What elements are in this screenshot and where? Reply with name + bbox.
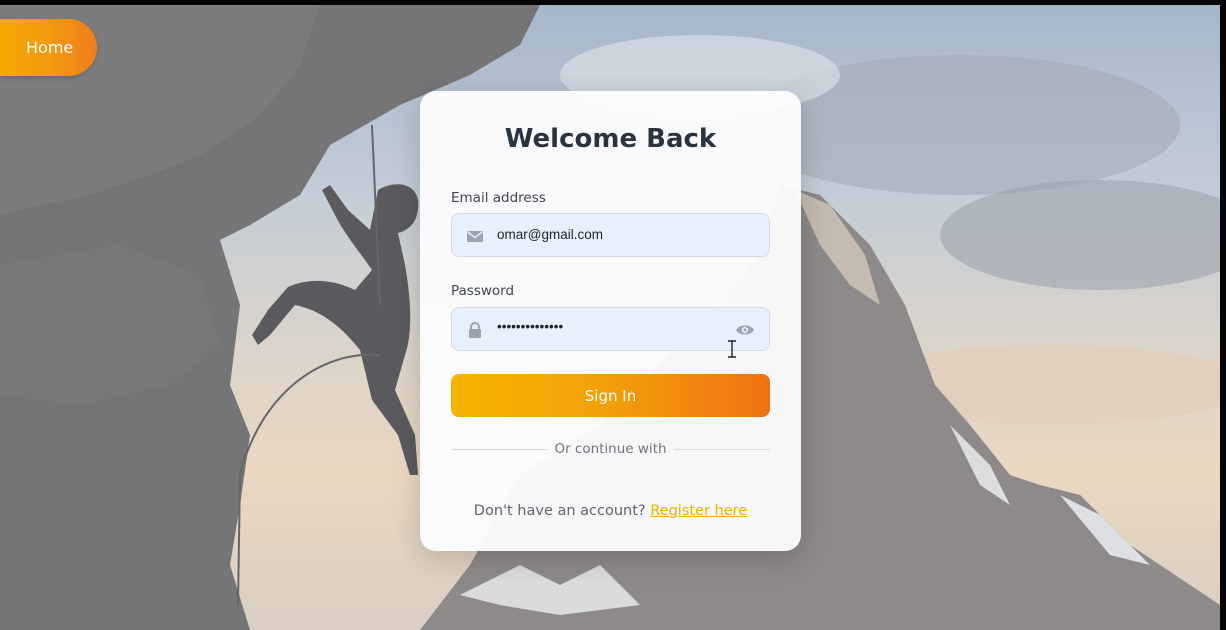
register-prompt-row: Don't have an account? Register here — [420, 503, 801, 519]
home-button[interactable]: Home — [0, 19, 97, 76]
password-label: Password — [451, 283, 515, 299]
lock-icon — [469, 322, 481, 338]
password-value: •••••••••••••• — [497, 319, 564, 334]
page-title: Welcome Back — [504, 124, 717, 154]
eye-icon[interactable] — [735, 322, 755, 338]
register-link[interactable]: Register here — [650, 503, 747, 519]
window-top-edge — [0, 0, 1226, 5]
register-prompt: Don't have an account? — [473, 503, 646, 519]
divider-line-right — [674, 449, 770, 450]
sign-in-button[interactable]: Sign In — [451, 374, 770, 417]
password-field[interactable]: •••••••••••••• — [451, 307, 770, 351]
text-cursor-icon — [728, 340, 736, 358]
email-label: Email address — [451, 190, 546, 206]
login-card: Welcome Back Email address omar@gmail.co… — [420, 91, 801, 551]
email-value: omar@gmail.com — [497, 227, 603, 242]
envelope-icon — [467, 231, 483, 242]
window-right-edge — [1220, 0, 1226, 630]
email-field[interactable]: omar@gmail.com — [451, 213, 770, 257]
